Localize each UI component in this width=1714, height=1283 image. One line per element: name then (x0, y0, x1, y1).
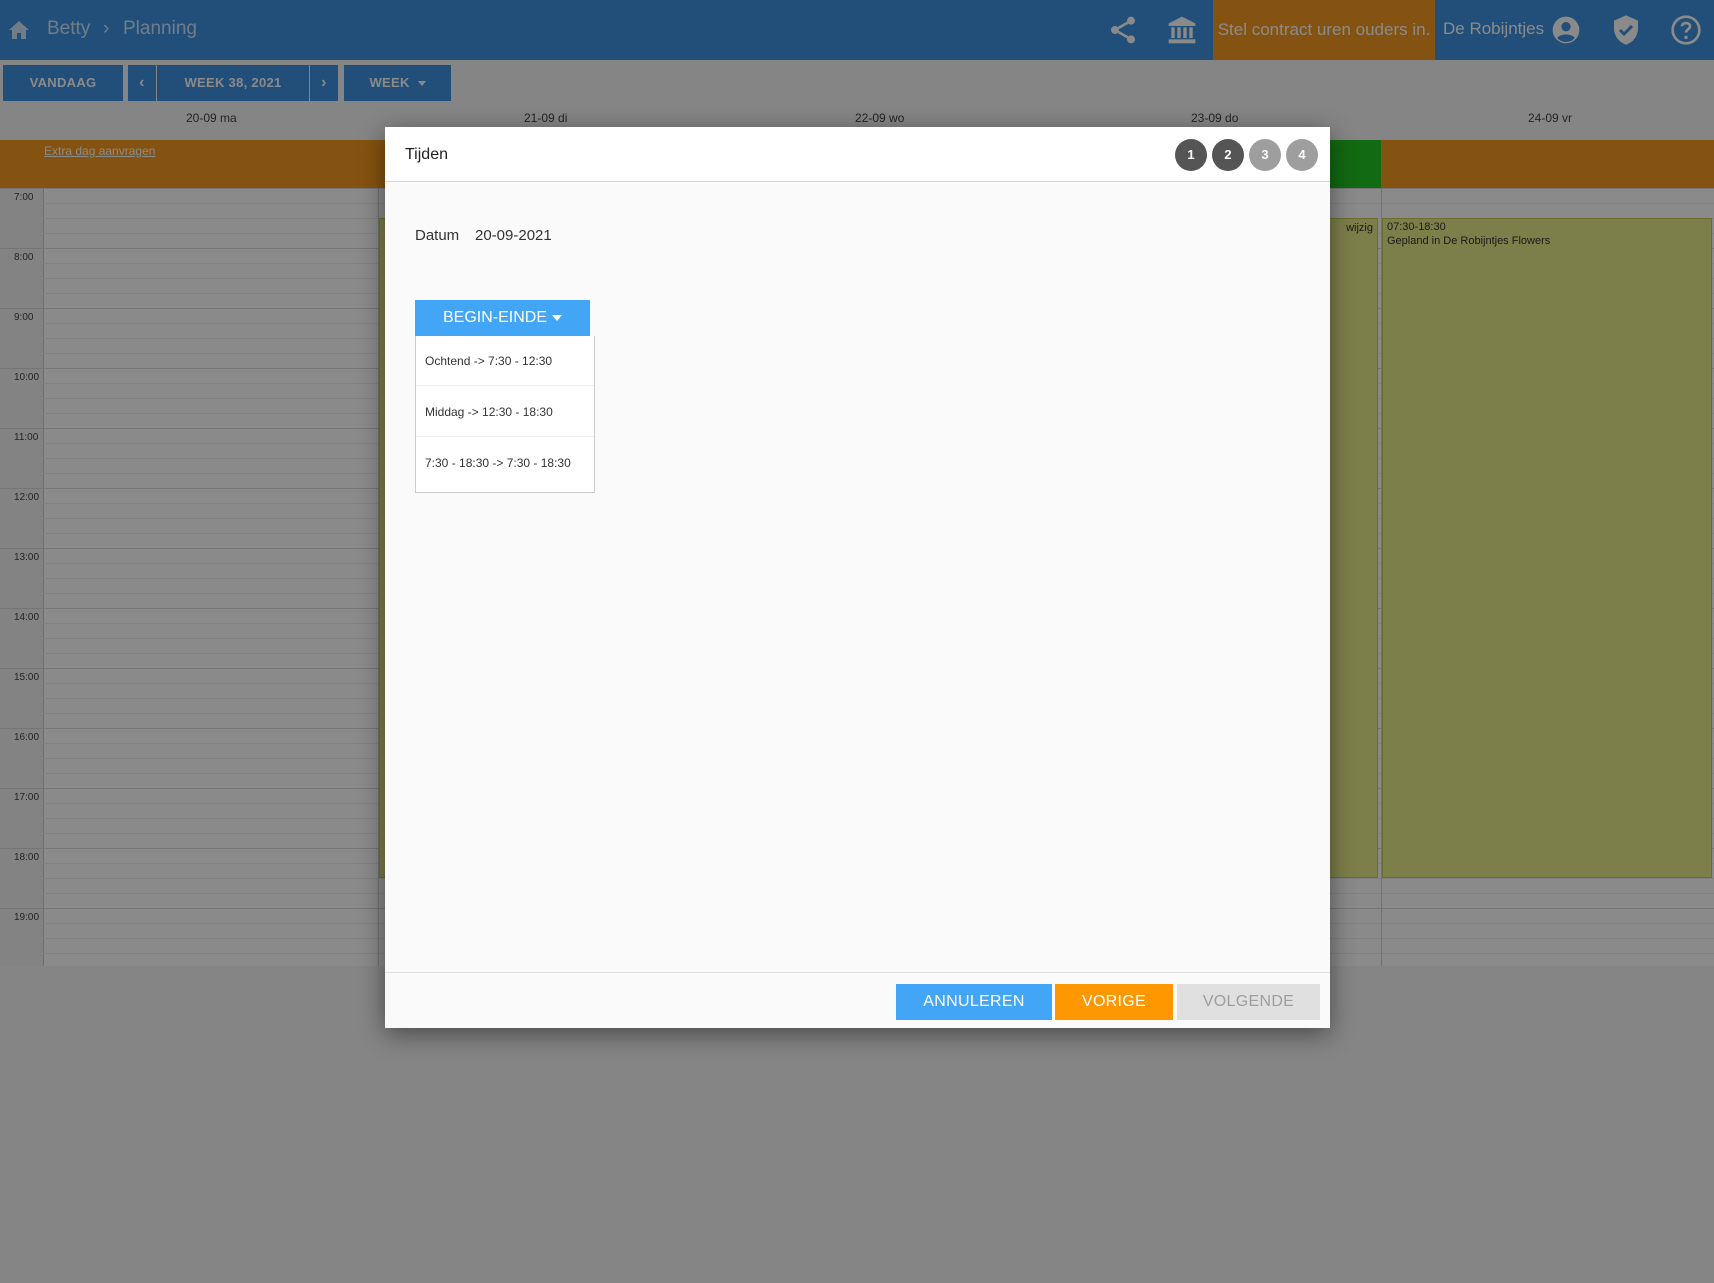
previous-button[interactable]: VORIGE (1055, 984, 1173, 1020)
dialog-title: Tijden (405, 146, 448, 163)
begin-end-dropdown-button[interactable]: BEGIN-EINDE (415, 300, 590, 336)
times-dialog: Tijden 1 2 3 4 Datum 20-09-2021 BEGIN-EI… (385, 127, 1330, 1028)
cancel-button[interactable]: ANNULEREN (896, 984, 1052, 1020)
step-indicator-4: 4 (1286, 139, 1318, 171)
dialog-header: Tijden 1 2 3 4 (385, 127, 1330, 182)
date-value: 20-09-2021 (475, 227, 552, 244)
begin-end-dropdown-menu: Ochtend -> 7:30 - 12:30 Middag -> 12:30 … (415, 336, 595, 493)
option-afternoon[interactable]: Middag -> 12:30 - 18:30 (416, 387, 594, 437)
option-full-day[interactable]: 7:30 - 18:30 -> 7:30 - 18:30 (416, 438, 594, 488)
dialog-footer: ANNULEREN VORIGE VOLGENDE (385, 972, 1330, 1029)
caret-down-icon (552, 314, 562, 321)
step-indicator-2: 2 (1212, 139, 1244, 171)
step-indicator-3: 3 (1249, 139, 1281, 171)
step-indicator-1: 1 (1175, 139, 1207, 171)
date-label: Datum (415, 227, 460, 244)
option-morning[interactable]: Ochtend -> 7:30 - 12:30 (416, 336, 594, 386)
next-button[interactable]: VOLGENDE (1177, 984, 1320, 1020)
dropdown-label: BEGIN-EINDE (442, 309, 547, 326)
